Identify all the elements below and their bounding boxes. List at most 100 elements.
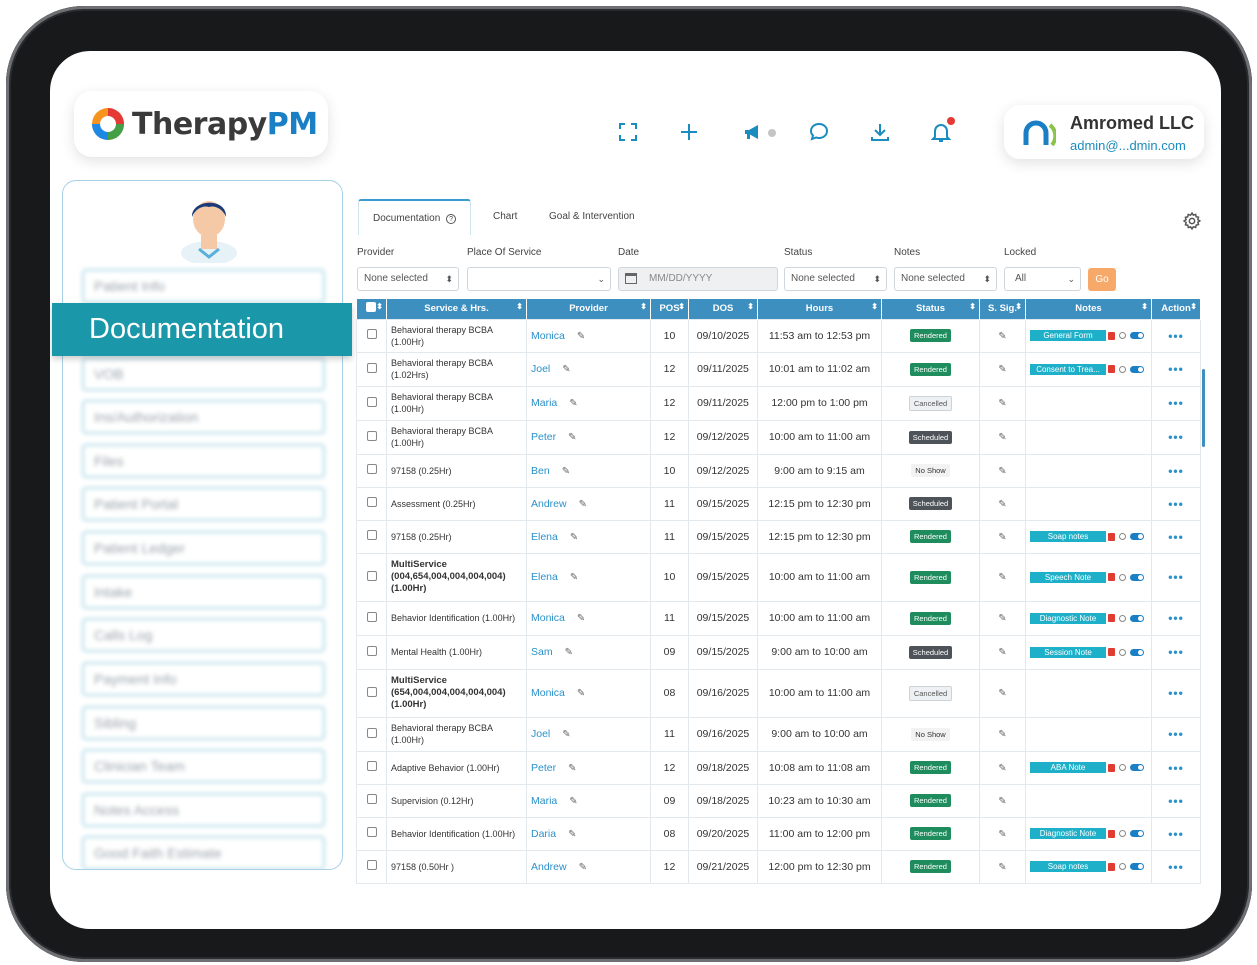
more-actions-icon[interactable]: ••• [1168, 860, 1184, 874]
signature-icon[interactable]: ✎ [998, 729, 1006, 740]
edit-pencil-icon[interactable]: ✎ [568, 763, 576, 774]
provider-link[interactable]: Joel [531, 728, 550, 740]
sidebar-item-sibling[interactable]: Sibling [82, 706, 325, 740]
delete-icon[interactable] [1108, 331, 1115, 340]
select-all-header[interactable]: ⬍ [356, 299, 387, 319]
edit-pencil-icon[interactable]: ✎ [577, 688, 585, 699]
chat-icon[interactable] [801, 115, 837, 149]
table-row[interactable]: 97158 (0.50Hr ) Andrew ✎ 12 09/21/2025 12:00 … [356, 849, 1201, 884]
more-actions-icon[interactable]: ••• [1168, 430, 1184, 444]
header-status[interactable]: Status ⬍ [881, 299, 980, 319]
provider-select[interactable]: None selected ⬍ [357, 267, 459, 291]
signature-icon[interactable]: ✎ [998, 796, 1006, 807]
sidebar-item-patient-portal[interactable]: Patient Portal [82, 487, 325, 521]
more-actions-icon[interactable]: ••• [1168, 530, 1184, 544]
provider-link[interactable]: Daria [531, 828, 556, 840]
provider-link[interactable]: Joel [531, 363, 550, 375]
row-checkbox[interactable] [366, 497, 377, 507]
view-icon[interactable] [1119, 573, 1126, 581]
table-scrollbar[interactable] [1202, 369, 1205, 447]
provider-link[interactable]: Sam [531, 646, 553, 658]
edit-pencil-icon[interactable]: ✎ [562, 466, 570, 477]
status-select[interactable]: None selected ⬍ [784, 267, 887, 291]
delete-icon[interactable] [1108, 365, 1115, 374]
table-row[interactable]: Behavior Identification (1.00Hr) Monica ✎ 1… [356, 600, 1201, 636]
sidebar-item-good-faith-estimate[interactable]: Good Faith Estimate [82, 836, 325, 869]
more-actions-icon[interactable]: ••• [1168, 570, 1184, 584]
place-of-service-select[interactable]: ⌄ [467, 267, 611, 291]
provider-link[interactable]: Peter [531, 431, 556, 443]
select-all-checkbox[interactable] [366, 302, 377, 313]
fullscreen-icon[interactable] [610, 115, 646, 149]
provider-link[interactable]: Andrew [531, 498, 567, 510]
more-actions-icon[interactable]: ••• [1168, 827, 1184, 841]
sidebar-item-calls-log[interactable]: Calls Log [82, 618, 325, 652]
provider-link[interactable]: Monica [531, 687, 565, 699]
view-icon[interactable] [1119, 764, 1126, 772]
row-checkbox[interactable] [366, 611, 377, 622]
tab-chart[interactable]: Chart [479, 199, 531, 235]
notes-select[interactable]: None selected ⬍ [894, 267, 997, 291]
row-checkbox[interactable] [366, 464, 377, 474]
date-input[interactable]: MM/DD/YYYY [618, 267, 778, 291]
note-link[interactable]: ABA Note [1030, 762, 1106, 774]
table-row[interactable]: 97158 (0.25Hr) Elena ✎ 11 09/15/2025 12:15 pm… [356, 519, 1201, 554]
header-notes[interactable]: Notes ⬍ [1025, 299, 1152, 319]
provider-link[interactable]: Ben [531, 465, 550, 477]
signature-icon[interactable]: ✎ [998, 688, 1006, 699]
signature-icon[interactable]: ✎ [998, 364, 1006, 375]
note-link[interactable]: Soap notes [1030, 861, 1106, 873]
row-checkbox[interactable] [366, 727, 377, 738]
edit-pencil-icon[interactable]: ✎ [570, 532, 578, 543]
note-toggle[interactable] [1130, 614, 1144, 622]
documentation-banner[interactable]: Documentation [52, 303, 352, 356]
edit-pencil-icon[interactable]: ✎ [569, 796, 577, 807]
edit-pencil-icon[interactable]: ✎ [565, 647, 573, 658]
delete-icon[interactable] [1108, 532, 1115, 541]
signature-icon[interactable]: ✎ [998, 613, 1006, 624]
row-checkbox[interactable] [366, 329, 377, 339]
table-row[interactable]: Behavioral therapy BCBA (1.00Hr) Joel ✎ 11 0… [356, 716, 1201, 752]
provider-link[interactable]: Maria [531, 397, 557, 409]
note-toggle[interactable] [1130, 830, 1144, 838]
note-link[interactable]: Session Note [1030, 646, 1106, 658]
logo-card[interactable]: TherapyPM [74, 91, 328, 157]
table-row[interactable]: MultiService (654,004,004,004,004,004) (… [356, 668, 1201, 718]
note-link[interactable]: General Form [1030, 330, 1106, 342]
header-pos[interactable]: POS ⬍ [650, 299, 689, 319]
table-row[interactable]: 97158 (0.25Hr) Ben ✎ 10 09/12/2025 9:00 am to… [356, 453, 1201, 488]
edit-pencil-icon[interactable]: ✎ [568, 432, 576, 443]
more-actions-icon[interactable]: ••• [1168, 611, 1184, 625]
header-service[interactable]: Service & Hrs. ⬍ [386, 299, 527, 319]
more-actions-icon[interactable]: ••• [1168, 727, 1184, 741]
row-checkbox[interactable] [366, 645, 377, 656]
tab-documentation[interactable]: Documentation ? [358, 199, 472, 235]
row-checkbox[interactable] [366, 761, 377, 771]
edit-pencil-icon[interactable]: ✎ [577, 331, 585, 342]
provider-link[interactable]: Maria [531, 795, 557, 807]
header-action[interactable]: Action ⬍ [1151, 299, 1201, 319]
table-row[interactable]: Supervision (0.12Hr) Maria ✎ 09 09/18/2025 10… [356, 783, 1201, 818]
plus-icon[interactable] [671, 115, 707, 149]
row-checkbox[interactable] [366, 794, 377, 804]
header-hours[interactable]: Hours ⬍ [757, 299, 882, 319]
note-toggle[interactable] [1130, 573, 1144, 581]
row-checkbox[interactable] [366, 430, 377, 441]
signature-icon[interactable]: ✎ [998, 572, 1006, 583]
table-row[interactable]: Behavioral therapy BCBA (1.02Hrs) Joel ✎ 12… [356, 351, 1201, 387]
delete-icon[interactable] [1108, 763, 1115, 772]
header-sig[interactable]: S. Sig. ⬍ [979, 299, 1026, 319]
signature-icon[interactable]: ✎ [998, 647, 1006, 658]
signature-icon[interactable]: ✎ [998, 829, 1006, 840]
provider-link[interactable]: Elena [531, 531, 558, 543]
view-icon[interactable] [1119, 648, 1126, 656]
provider-link[interactable]: Andrew [531, 861, 567, 873]
sidebar-item-files[interactable]: Files [82, 444, 325, 478]
more-actions-icon[interactable]: ••• [1168, 464, 1184, 478]
sidebar-item-vob[interactable]: VOB [82, 357, 325, 391]
delete-icon[interactable] [1108, 614, 1115, 623]
table-row[interactable]: MultiService (004,654,004,004,004,004) (… [356, 552, 1201, 602]
edit-pencil-icon[interactable]: ✎ [579, 499, 587, 510]
delete-icon[interactable] [1108, 648, 1115, 657]
edit-pencil-icon[interactable]: ✎ [562, 729, 570, 740]
